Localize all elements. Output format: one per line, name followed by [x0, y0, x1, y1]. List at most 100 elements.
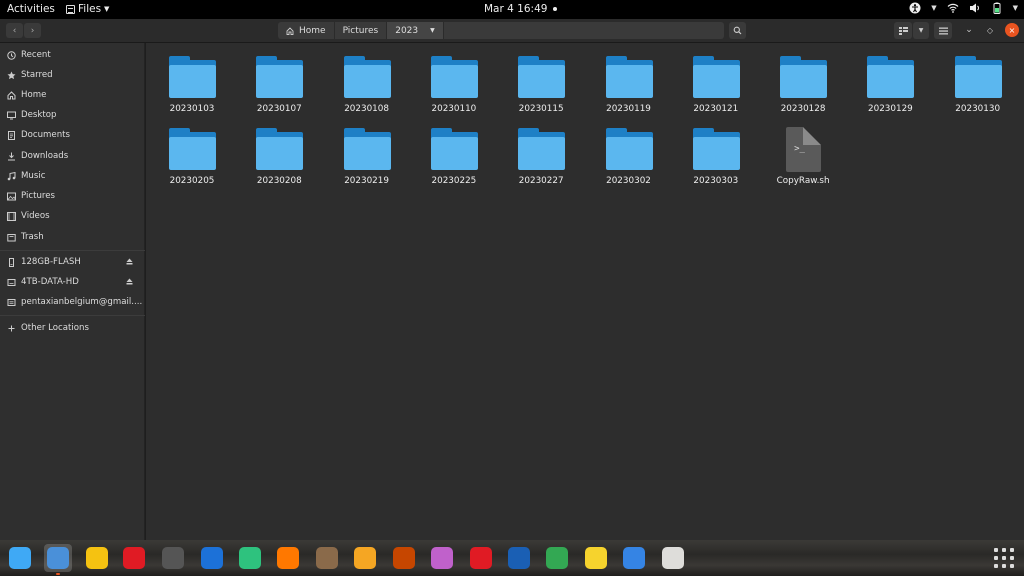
folder-front [430, 137, 478, 170]
thunderbird-icon [508, 547, 530, 569]
folder-item[interactable]: 20230121 [678, 45, 754, 114]
sidebar-item-downloads[interactable]: Downloads [0, 147, 145, 165]
dock [0, 540, 1024, 576]
show-applications-button[interactable] [994, 548, 1014, 568]
folder-item[interactable]: 20230219 [329, 117, 405, 186]
sidebar-item-recent[interactable]: Recent [0, 46, 145, 64]
volume-icon[interactable] [969, 2, 981, 14]
sidebar-item-label: Pictures [21, 191, 56, 201]
sidebar-item-4tb-data-hd[interactable]: 4TB-DATA-HD [0, 273, 145, 291]
search-button[interactable] [729, 22, 746, 39]
system-tray[interactable]: ▼ ▼ [909, 2, 1018, 14]
dock-item[interactable] [659, 544, 687, 572]
file-name-label: 20230121 [693, 104, 739, 114]
folder-item[interactable]: 20230128 [765, 45, 841, 114]
eject-icon[interactable] [126, 258, 133, 265]
folder-item[interactable]: 20230110 [416, 45, 492, 114]
sidebar-item-documents[interactable]: Documents [0, 126, 145, 144]
folder-item[interactable]: 20230107 [241, 45, 317, 114]
dock-item[interactable] [236, 544, 264, 572]
dock-item[interactable] [505, 544, 533, 572]
main-menu-button[interactable] [934, 22, 952, 39]
activities-button[interactable]: Activities [7, 3, 55, 15]
folder-icon [692, 56, 740, 98]
wifi-icon[interactable] [947, 2, 959, 14]
back-button[interactable]: ‹ [6, 23, 23, 38]
dock-item[interactable] [390, 544, 418, 572]
dock-item[interactable] [6, 544, 34, 572]
dock-item[interactable] [120, 544, 148, 572]
folder-item[interactable]: 20230303 [678, 117, 754, 186]
dock-item[interactable] [543, 544, 571, 572]
dock-item[interactable] [274, 544, 302, 572]
breadcrumb-pictures[interactable]: Pictures [335, 22, 388, 39]
app-grid-dot [1010, 556, 1014, 560]
folder-item[interactable]: 20230103 [154, 45, 230, 114]
app-menu[interactable]: Files ▼ [66, 3, 109, 15]
file-item[interactable]: >_ CopyRaw.sh [765, 117, 841, 186]
forward-button[interactable]: › [24, 23, 41, 38]
view-dropdown-button[interactable]: ▼ [913, 22, 929, 39]
dock-item[interactable] [44, 544, 72, 575]
files-menu-icon [66, 4, 75, 14]
dock-item[interactable] [351, 544, 379, 572]
sidebar-item-trash[interactable]: Trash [0, 228, 145, 246]
running-indicator [56, 573, 60, 575]
folder-item[interactable]: 20230225 [416, 117, 492, 186]
sidebar-item-pictures[interactable]: Pictures [0, 187, 145, 205]
folder-front [692, 65, 740, 98]
sidebar-item-google-drive[interactable]: pentaxianbelgium@gmail.... [0, 293, 145, 311]
folder-item[interactable]: 20230129 [852, 45, 928, 114]
folder-icon [518, 128, 566, 170]
close-button[interactable]: × [1005, 23, 1019, 37]
battery-icon[interactable] [991, 2, 1003, 14]
dock-item[interactable] [83, 544, 111, 572]
folder-front [169, 137, 216, 170]
app-grid-dot [1002, 548, 1006, 552]
sidebar-item-starred[interactable]: Starred [0, 66, 145, 84]
sidebar-item-desktop[interactable]: Desktop [0, 106, 145, 124]
chrome-icon [546, 547, 568, 569]
maximize-button[interactable]: ◇ [983, 23, 997, 37]
image-viewer-icon [393, 547, 415, 569]
clock[interactable]: Mar 4 16:49 [484, 3, 558, 15]
folder-item[interactable]: 20230227 [503, 117, 579, 186]
folder-item[interactable]: 20230208 [241, 117, 317, 186]
folder-icon [256, 56, 304, 98]
sidebar-item-videos[interactable]: Videos [0, 207, 145, 225]
accessibility-icon[interactable] [909, 2, 921, 14]
dock-item[interactable] [467, 544, 495, 572]
folder-item[interactable]: 20230130 [940, 45, 1016, 114]
minimize-button[interactable]: ⌄ [962, 23, 976, 37]
dock-item[interactable] [313, 544, 341, 572]
app-name: Files [78, 3, 102, 15]
folder-item[interactable]: 20230108 [329, 45, 405, 114]
network-drive-icon [7, 298, 16, 307]
sidebar-item-label: Downloads [21, 151, 69, 161]
dock-item[interactable] [159, 544, 187, 572]
dock-item[interactable] [198, 544, 226, 572]
sidebar-item-other-locations[interactable]: Other Locations [0, 319, 145, 337]
folder-item[interactable]: 20230205 [154, 117, 230, 186]
sidebar-item-128gb-flash[interactable]: 128GB-FLASH [0, 253, 145, 271]
folder-front [518, 65, 566, 98]
breadcrumb-home[interactable]: Home [278, 22, 335, 39]
app-grid-dot [1002, 556, 1006, 560]
folder-icon [256, 128, 304, 170]
eject-icon[interactable] [126, 278, 133, 285]
desktop-icon [7, 111, 16, 120]
breadcrumb-current[interactable]: 2023 ▼ [387, 22, 444, 39]
sidebar-item-home[interactable]: Home [0, 86, 145, 104]
dock-item[interactable] [620, 544, 648, 572]
terminal-prompt-icon: >_ [794, 144, 805, 154]
dock-item[interactable] [428, 544, 456, 572]
folder-item[interactable]: 20230302 [591, 117, 667, 186]
folder-item[interactable]: 20230119 [591, 45, 667, 114]
dock-item[interactable] [582, 544, 610, 572]
view-options-button[interactable] [894, 22, 912, 39]
sidebar-item-music[interactable]: Music [0, 167, 145, 185]
sidebar-separator [0, 250, 145, 251]
folder-front [343, 137, 391, 170]
folder-front [780, 65, 828, 98]
folder-item[interactable]: 20230115 [503, 45, 579, 114]
